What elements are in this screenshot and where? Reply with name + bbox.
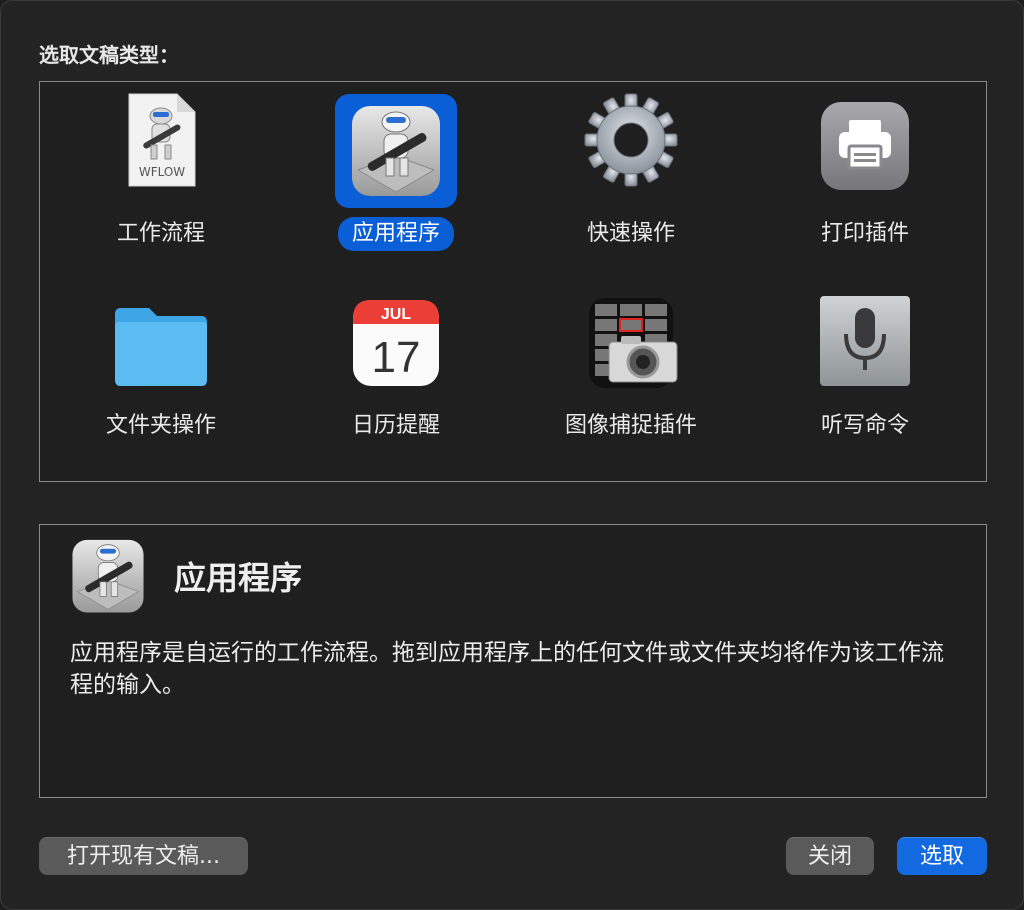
- close-button[interactable]: 关闭: [786, 837, 874, 875]
- type-image-capture-plugin[interactable]: 图像捕捉插件: [531, 292, 731, 462]
- type-quick-action[interactable]: 快速操作: [531, 90, 731, 260]
- calendar-icon: JUL 17: [353, 300, 439, 386]
- type-print-plugin[interactable]: 打印插件: [765, 90, 965, 260]
- description-title: 应用程序: [174, 559, 303, 597]
- template-chooser-dialog: 选取文稿类型： WFLOW 工作流程 应用程序 快速操作 打印插件 文件夹操作 …: [0, 0, 1024, 910]
- calendar-month: JUL: [381, 306, 411, 323]
- dialog-heading: 选取文稿类型：: [39, 43, 179, 67]
- type-label: 文件夹操作: [105, 413, 217, 438]
- open-existing-button[interactable]: 打开现有文稿...: [39, 837, 248, 875]
- image-capture-icon: [589, 298, 678, 388]
- folder-icon: [115, 308, 207, 386]
- choose-button[interactable]: 选取: [897, 837, 987, 875]
- type-label: 听写命令: [820, 413, 910, 438]
- description-text: 应用程序是自运行的工作流程。拖到应用程序上的任何文件或文件夹均将作为该工作流程的…: [70, 640, 944, 698]
- printer-icon: [821, 102, 909, 190]
- calendar-day: 17: [372, 333, 421, 382]
- automator-robot-icon: [72, 539, 144, 613]
- type-calendar-alarm[interactable]: JUL 17 日历提醒: [296, 292, 496, 462]
- type-dictation-command[interactable]: 听写命令: [765, 292, 965, 462]
- workflow-file-icon: WFLOW: [128, 93, 196, 187]
- type-label: 工作流程: [116, 221, 206, 246]
- type-label: 打印插件: [820, 221, 910, 246]
- type-label: 图像捕捉插件: [564, 413, 698, 438]
- type-label: 快速操作: [586, 221, 676, 246]
- document-type-grid: WFLOW 工作流程 应用程序 快速操作 打印插件 文件夹操作 JUL 17 日…: [39, 81, 987, 482]
- file-extension-label: WFLOW: [139, 165, 185, 179]
- gear-icon: [584, 93, 678, 187]
- automator-robot-icon: [352, 106, 440, 196]
- type-label: 日历提醒: [351, 413, 441, 438]
- type-label: 应用程序: [337, 217, 455, 251]
- microphone-icon: [820, 296, 910, 386]
- type-workflow[interactable]: WFLOW 工作流程: [61, 90, 261, 260]
- description-panel: 应用程序 应用程序是自运行的工作流程。拖到应用程序上的任何文件或文件夹均将作为该…: [39, 524, 987, 798]
- type-application[interactable]: 应用程序: [296, 90, 496, 260]
- type-folder-action[interactable]: 文件夹操作: [61, 292, 261, 462]
